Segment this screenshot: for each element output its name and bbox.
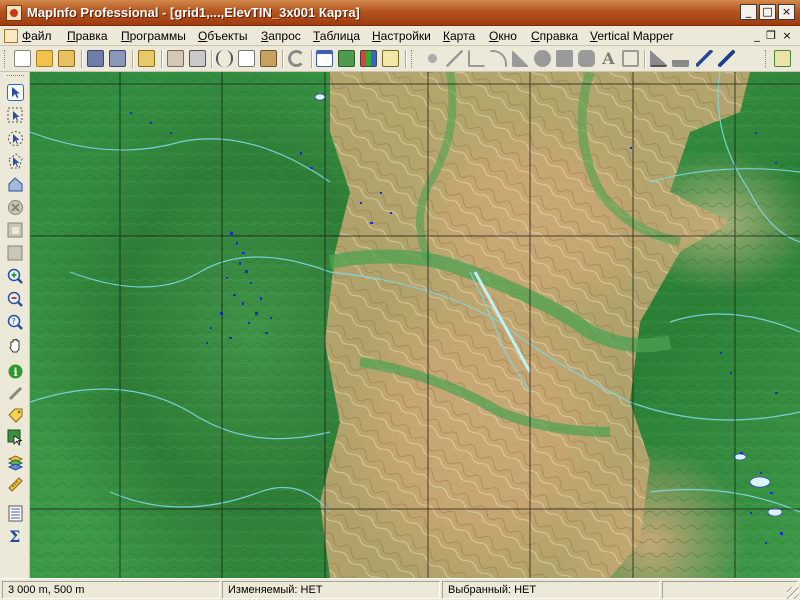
editable-layer-status[interactable]: Изменяемый: НЕТ [222,581,440,599]
new-map-window-icon[interactable] [167,50,184,67]
add-node-icon[interactable] [672,50,689,67]
elevation-map[interactable] [30,72,800,578]
text-icon[interactable]: A [600,50,617,67]
menu-help[interactable]: Справка [531,29,578,43]
new-mapper-icon[interactable] [338,50,355,67]
main-toolbar: A [0,46,800,72]
new-graph-icon[interactable] [360,50,377,67]
menu-bar: Файл Правка Программы Объекты Запрос Таб… [0,26,800,46]
menu-programs[interactable]: Программы [121,29,186,43]
open-dbms-icon[interactable] [138,50,155,67]
symbol-icon[interactable] [424,50,441,67]
tools-grip[interactable] [7,75,24,78]
info-icon[interactable]: i [7,363,24,380]
selected-layer-status[interactable]: Выбранный: НЕТ [442,581,660,599]
svg-text:i: i [14,366,18,379]
title-bar: MapInfo Professional - [grid1,...,ElevTI… [0,0,800,26]
maximize-button[interactable]: □ [759,4,776,20]
save-icon[interactable] [87,50,104,67]
menu-edit[interactable]: Правка [67,29,108,43]
boundary-select-icon[interactable] [7,176,24,193]
toolbar-separator [405,50,406,68]
mdi-restore-button[interactable]: ❐ [764,29,778,42]
close-button[interactable]: × [778,4,795,20]
polygon-select-icon[interactable] [7,153,24,170]
toolbar-grip[interactable] [411,50,414,68]
vertical-mapper-icon[interactable] [718,50,735,67]
zoom-in-icon[interactable] [7,268,24,285]
marquee-select-icon[interactable] [7,107,24,124]
open-workspace-icon[interactable] [58,50,75,67]
mapinfo-app-icon[interactable] [6,5,22,21]
toolbar-grip[interactable] [4,50,7,68]
mdi-close-button[interactable]: × [780,29,794,42]
arc-icon[interactable] [490,50,507,67]
copy-icon[interactable] [238,50,255,67]
reshape-icon[interactable] [650,50,667,67]
new-icon[interactable] [14,50,31,67]
statistics-icon[interactable] [7,505,24,522]
svg-text:?: ? [12,317,16,326]
toolbar-separator [311,50,312,68]
layout-tool-icon[interactable] [774,50,791,67]
undo-icon[interactable] [288,50,305,67]
frame-icon[interactable] [622,50,639,67]
polygon-icon[interactable] [512,50,529,67]
toolbar-separator [132,50,133,68]
menu-table[interactable]: Таблица [313,29,360,43]
scale-bar-icon[interactable] [7,476,24,493]
new-browser-icon[interactable] [316,50,333,67]
help-pointer-icon[interactable] [696,50,713,67]
save-copy-icon[interactable] [109,50,126,67]
menu-vertical-mapper[interactable]: Vertical Mapper [590,29,673,43]
toolbar-grip[interactable] [765,50,768,68]
ruler-icon[interactable] [7,385,24,402]
svg-text:Σ: Σ [9,527,20,544]
toolbar-separator [81,50,82,68]
open-icon[interactable] [36,50,53,67]
graph-select-icon[interactable] [7,245,24,262]
select-arrow-icon[interactable] [7,84,24,101]
mdi-minimize-button[interactable]: _ [750,29,764,42]
print-icon[interactable] [189,50,206,67]
window-title: MapInfo Professional - [grid1,...,ElevTI… [27,5,360,20]
grabber-hand-icon[interactable] [7,337,24,354]
status-bar: 3 000 m, 500 m Изменяемый: НЕТ Выбранный… [0,578,800,600]
map-window[interactable] [30,72,800,578]
menu-objects[interactable]: Объекты [198,29,248,43]
radius-select-icon[interactable] [7,130,24,147]
menu-options[interactable]: Настройки [372,29,431,43]
sum-icon[interactable]: Σ [7,527,24,546]
toolbar-separator [161,50,162,68]
cut-icon[interactable] [216,50,233,67]
invert-select-icon[interactable] [7,222,24,239]
zoom-out-icon[interactable] [7,291,24,308]
toolbar-separator [282,50,283,68]
drag-map-icon[interactable] [7,429,24,446]
tools-toolbar: ? i Σ [0,72,30,578]
minimize-button[interactable]: _ [740,4,757,20]
toolbar-separator [644,50,645,68]
unselect-icon[interactable] [7,199,24,216]
rectangle-icon[interactable] [556,50,573,67]
map-document-icon[interactable] [4,29,18,43]
line-icon[interactable] [446,50,463,67]
paste-icon[interactable] [260,50,277,67]
scale-readout: 3 000 m, 500 m [2,581,220,599]
menu-file[interactable]: Файл [22,29,52,43]
ellipse-icon[interactable] [534,50,551,67]
polyline-icon[interactable] [468,50,485,67]
layer-control-icon[interactable] [7,454,24,471]
label-icon[interactable] [7,407,24,424]
menu-query[interactable]: Запрос [261,29,301,43]
new-layout-icon[interactable] [382,50,399,67]
resize-grip[interactable] [787,587,799,599]
change-view-icon[interactable]: ? [7,314,24,331]
rounded-rectangle-icon[interactable] [578,50,595,67]
menu-window[interactable]: Окно [489,29,517,43]
menu-map[interactable]: Карта [443,29,475,43]
status-pane-empty [662,581,798,599]
toolbar-separator [211,50,212,68]
